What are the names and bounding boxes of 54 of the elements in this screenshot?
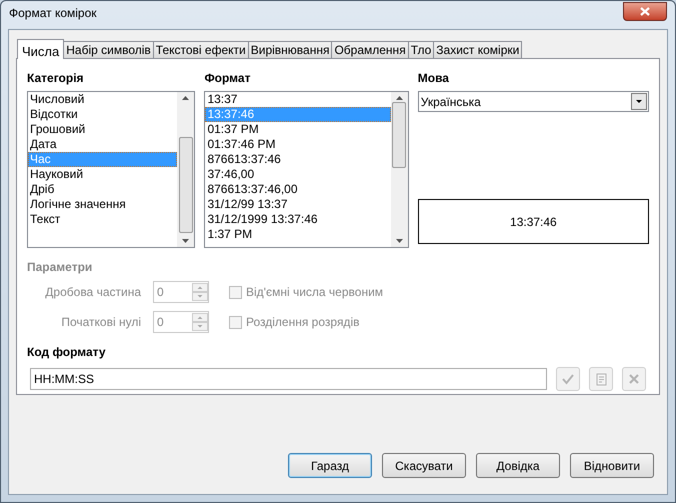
category-label: Категорія — [27, 70, 85, 87]
scroll-thumb[interactable] — [392, 102, 406, 168]
window-title: Формат комірок — [9, 5, 97, 22]
list-item[interactable]: 876613:37:46 — [205, 152, 391, 167]
format-code-label: Код формату — [27, 344, 107, 361]
dialog-button[interactable]: Відновити — [570, 453, 654, 478]
list-item[interactable]: Дата — [28, 137, 178, 152]
spin-arrows-icon — [192, 283, 208, 301]
format-code-field[interactable]: HH:MM:SS — [30, 368, 547, 390]
tab[interactable]: Вирівнювання — [248, 41, 332, 58]
close-icon — [640, 6, 650, 16]
scroll-down-icon — [396, 239, 403, 243]
checkbox-label: Розділення розрядів — [246, 314, 360, 331]
field-label: Дробова частина — [44, 284, 142, 301]
tab[interactable]: Захист комірки — [433, 41, 522, 58]
tab[interactable]: Числа — [17, 39, 64, 59]
format-list[interactable]: 13:37 13:37:46 01:37 PM 01:37:46 PM 876613:37:46 37:46,00 876613:37:46,00 31/12/99 13:37 31/12/1999 13:37:46 1:37 PM — [204, 91, 409, 248]
list-item[interactable]: Текст — [28, 212, 178, 227]
options-label: Параметри — [27, 259, 94, 276]
language-label: Мова — [418, 70, 450, 87]
list-item[interactable]: 31/12/1999 13:37:46 — [205, 212, 391, 227]
list-item[interactable]: 37:46,00 — [205, 167, 391, 182]
list-item[interactable]: Числовий — [28, 92, 178, 107]
tab[interactable]: Текстові ефекти — [152, 41, 249, 58]
list-item[interactable]: Дріб — [28, 182, 178, 197]
dialog-button[interactable]: Скасувати — [382, 453, 466, 478]
list-item[interactable]: Логічне значення — [28, 197, 178, 212]
field-label: Початкові нулі — [60, 314, 142, 331]
list-item[interactable]: Відсотки — [28, 107, 178, 122]
tab[interactable]: Набір символів — [63, 41, 154, 58]
list-item[interactable]: 31/12/99 13:37 — [205, 197, 391, 212]
scroll-up-icon — [182, 96, 190, 100]
list-item[interactable]: 876613:37:46,00 — [205, 182, 391, 197]
scroll-thumb[interactable] — [178, 136, 193, 232]
language-dropdown[interactable]: Українська — [418, 91, 649, 112]
checkbox-label: Від'ємні числа червоним — [246, 284, 384, 301]
tab[interactable]: Тло — [408, 41, 434, 58]
format-label: Формат — [204, 70, 252, 87]
close-button[interactable] — [623, 2, 667, 20]
list-item[interactable]: Науковий — [28, 167, 178, 182]
list-item[interactable]: 13:37 — [205, 92, 391, 107]
preview-text: 13:37:46 — [510, 214, 557, 230]
list-item[interactable]: 01:37 PM — [205, 122, 391, 137]
scrollbar[interactable] — [390, 92, 408, 247]
dialog-button[interactable]: Довідка — [476, 453, 560, 478]
list-item[interactable]: 01:37:46 PM — [205, 137, 391, 152]
scrollbar[interactable] — [177, 92, 194, 247]
tab[interactable]: Обрамлення — [331, 41, 409, 58]
scroll-down-icon — [182, 239, 190, 243]
list-item[interactable]: 1:37 PM — [205, 227, 391, 242]
category-list[interactable]: Числовий Відсотки Грошовий Дата Час Науковий Дріб Логічне значення Текст — [27, 91, 196, 248]
list-item[interactable]: Грошовий — [28, 122, 178, 137]
spin-arrows-icon — [192, 313, 208, 331]
dialog-button[interactable]: Гаразд — [288, 453, 372, 478]
